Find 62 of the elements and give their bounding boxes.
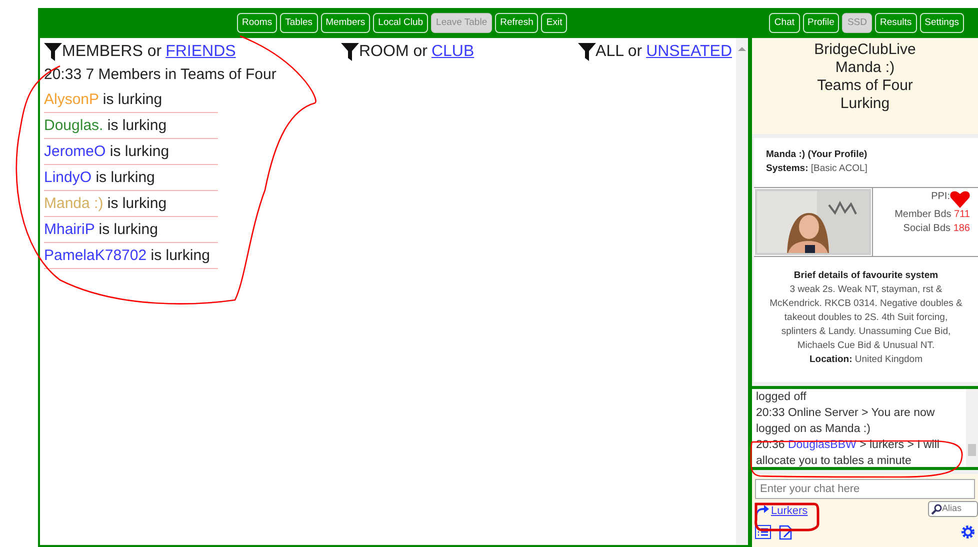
club-info-line: Manda :): [834, 59, 896, 77]
member-status: is lurking: [94, 168, 155, 186]
filter-label: MEMBERS or: [62, 42, 162, 62]
filter-icon[interactable]: [578, 43, 596, 61]
member-status: is lurking: [108, 142, 170, 160]
ppi-label: PPI:: [931, 190, 950, 204]
toolbar-button[interactable]: Profile: [802, 13, 840, 33]
member-status: is lurking: [106, 116, 167, 134]
toolbar-button[interactable]: Exit: [541, 13, 568, 33]
filter-link[interactable]: CLUB: [431, 40, 474, 64]
list-icon[interactable]: [755, 524, 771, 539]
toolbar-button[interactable]: Settings: [920, 13, 964, 33]
member-name[interactable]: PamelaK78702: [44, 246, 147, 264]
toolbar-button[interactable]: Members: [320, 13, 370, 33]
settings-icon[interactable]: [961, 524, 975, 539]
member-status: is lurking: [98, 220, 158, 238]
toolbar-button[interactable]: Tables: [280, 13, 318, 33]
member-name[interactable]: JeromeO: [44, 142, 106, 160]
member-name[interactable]: MhairiP: [44, 220, 95, 238]
member-row[interactable]: MhairiP is lurking: [44, 216, 218, 242]
system-heading: Brief details of favourite system: [792, 268, 940, 282]
member-row[interactable]: LindyO is lurking: [44, 164, 218, 190]
recipient-link[interactable]: Lurkers: [755, 503, 808, 520]
member-row[interactable]: Manda :) is lurking: [44, 190, 218, 216]
location-line: Location: United Kingdom: [808, 352, 924, 367]
member-status: is lurking: [102, 90, 162, 108]
alias-field[interactable]: Alias: [928, 501, 978, 517]
filter-label: ALL or: [596, 42, 642, 62]
toolbar-button[interactable]: Refresh: [495, 13, 538, 33]
systems-line: Systems: [Basic ACOL]: [765, 162, 868, 176]
filter-label: ROOM or: [359, 42, 428, 62]
system-description: 3 weak 2s. Weak NT, stayman, rst & McKendrick. RKCB 0314. Negative doubles & takeout doubles to 2S. 4th Suit forcing, splinters & Landy. Unassuming Cue Bid, Michaels Cue Bid & Unusual NT.: [768, 282, 964, 353]
toolbar-button[interactable]: Rooms: [237, 13, 278, 33]
filter-icon[interactable]: [341, 43, 359, 61]
toolbar-button[interactable]: Results: [874, 13, 917, 33]
search-icon: [931, 504, 942, 514]
member-row[interactable]: Douglas. is lurking: [44, 112, 218, 138]
chat-message: 20:33 Online Server > You are now logged on as Manda :): [756, 406, 936, 437]
document-pen-icon[interactable]: [779, 524, 794, 540]
chat-scrollbar[interactable]: [966, 389, 978, 467]
toolbar-button[interactable]: Chat: [769, 13, 800, 33]
member-status: is lurking: [150, 246, 210, 264]
chat-message: logged off: [756, 390, 808, 405]
profile-title: Manda :) (Your Profile): [765, 148, 868, 162]
member-status: is lurking: [106, 194, 167, 212]
member-row[interactable]: PamelaK78702 is lurking: [44, 242, 218, 268]
club-info-line: Lurking: [839, 95, 891, 113]
filter-link[interactable]: FRIENDS: [166, 40, 236, 64]
club-info-line: BridgeClubLive: [813, 41, 917, 59]
heart-icon: [950, 190, 970, 208]
member-name[interactable]: Douglas.: [44, 116, 104, 134]
filter-link[interactable]: UNSEATED: [646, 40, 732, 64]
club-info-line: Teams of Four: [816, 77, 914, 95]
member-boards: Member Bds 711: [894, 208, 970, 222]
filter-icon[interactable]: [44, 43, 62, 61]
toolbar-button[interactable]: Local Club: [373, 13, 428, 33]
social-boards: Social Bds 186: [902, 222, 970, 236]
members-header: 20:33 7 Members in Teams of Four: [44, 65, 278, 85]
member-row[interactable]: AlysonP is lurking: [44, 86, 218, 112]
member-row[interactable]: JeromeO is lurking: [44, 138, 218, 164]
chat-input[interactable]: Enter your chat here: [755, 479, 975, 499]
member-name[interactable]: LindyO: [44, 168, 92, 186]
